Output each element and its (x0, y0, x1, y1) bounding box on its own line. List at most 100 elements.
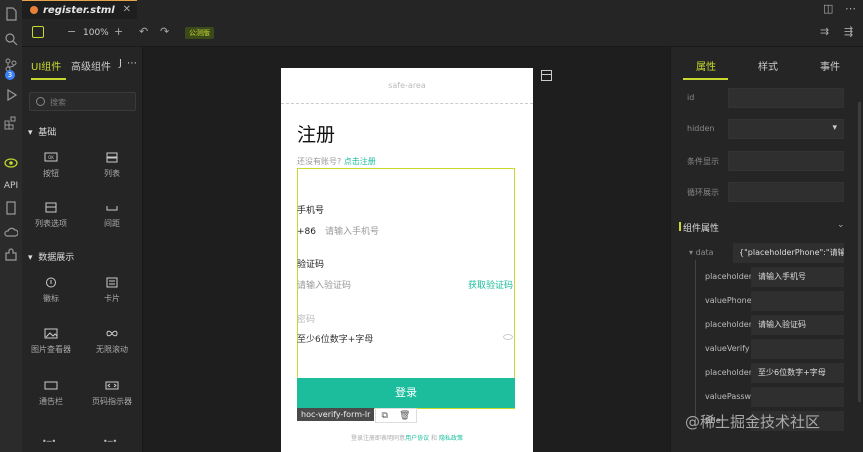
extensions-icon[interactable] (3, 115, 19, 131)
privacy-policy-link[interactable]: 隐私政策 (439, 435, 463, 442)
env-badge[interactable]: 公测版 (185, 27, 214, 39)
tab-attributes[interactable]: 属性 (696, 58, 716, 73)
active-tab-indicator (31, 78, 66, 80)
list-component-icon (106, 152, 118, 163)
close-icon[interactable]: ✕ (123, 4, 131, 15)
data-item-value[interactable]: 请输入验证码 (751, 315, 844, 335)
tab-more-components[interactable]: J (119, 58, 122, 69)
data-item-value[interactable] (751, 339, 844, 359)
component-label: 间距 (104, 219, 120, 228)
component-spacing[interactable]: 间距 (90, 202, 134, 229)
data-item-key: valueVerify (705, 344, 750, 353)
phone-preview: safe-area 注册 还没有账号? 点击注册 手机号 +86 请输入手机号 验… (281, 68, 533, 452)
data-item-value[interactable] (751, 387, 844, 407)
document-icon[interactable] (3, 200, 19, 216)
data-key[interactable]: ▾ data (689, 248, 714, 257)
search-icon[interactable] (3, 31, 19, 47)
data-item-value[interactable]: 请输入手机号 (751, 267, 844, 287)
component-next-icon[interactable]: •─• (42, 437, 56, 446)
component-badge[interactable]: 徽标 (29, 277, 73, 304)
user-agreement-link[interactable]: 用户协议 (405, 435, 429, 442)
tab-styles[interactable]: 样式 (758, 58, 778, 73)
more-icon[interactable]: ⋯ (845, 2, 856, 15)
component-card[interactable]: 卡片 (90, 277, 134, 304)
code-placeholder: 请输入验证码 (297, 281, 352, 291)
more-options-icon[interactable]: ⋯ (127, 58, 137, 69)
component-label: 图片查看器 (31, 345, 71, 354)
component-search-input[interactable]: 搜索 (29, 92, 136, 111)
tab-advanced-components[interactable]: 高级组件 (71, 58, 111, 73)
design-canvas: safe-area 注册 还没有账号? 点击注册 手机号 +86 请输入手机号 验… (143, 47, 670, 452)
get-code-button[interactable]: 获取验证码 (468, 278, 513, 291)
run-debug-icon[interactable] (3, 87, 19, 103)
prop-label-hidden: hidden (687, 124, 715, 133)
register-hint: 还没有账号? 点击注册 (297, 156, 376, 167)
plugin-icon[interactable] (3, 247, 19, 263)
redo-icon[interactable]: ↷ (160, 25, 169, 38)
condition-input[interactable] (728, 151, 844, 171)
panel-scrollbar[interactable] (858, 102, 861, 402)
password-field[interactable]: 至少6位数字+字母 (297, 332, 373, 345)
data-key-label: data (695, 248, 714, 257)
infinite-scroll-component-icon (106, 330, 118, 337)
cloud-icon[interactable] (3, 224, 19, 240)
preview-eye-icon[interactable] (3, 155, 19, 171)
api-label[interactable]: API (1, 181, 21, 191)
hidden-select[interactable] (728, 119, 844, 139)
files-icon[interactable] (3, 6, 19, 22)
properties-panel: 属性 样式 事件 id hidden 条件显示 循环展示 组件属性 ⌄ ▾ da… (670, 47, 863, 452)
tab-ui-components[interactable]: UI组件 (31, 58, 61, 73)
copy-icon[interactable]: ⧉ (382, 411, 388, 421)
component-label: 列表 (104, 169, 120, 178)
tab-events[interactable]: 事件 (820, 58, 840, 73)
phone-field[interactable]: +86 请输入手机号 (297, 224, 379, 237)
eye-icon[interactable] (503, 334, 513, 340)
component-page-indicator[interactable]: 页码指示器 (90, 380, 134, 407)
component-panel: UI组件 高级组件 J ⋯ 搜索 ▾ 基础 OK 按钮 列表 列表选项 间距 ▾ … (22, 47, 143, 452)
panel-toggle-icon[interactable]: ⇶ (844, 25, 853, 38)
undo-icon[interactable]: ↶ (139, 25, 148, 38)
login-button[interactable]: 登录 (297, 378, 515, 408)
register-link[interactable]: 点击注册 (344, 157, 376, 166)
component-next-icon[interactable]: •─• (103, 437, 117, 446)
delete-icon[interactable]: 🗑 (399, 411, 410, 421)
zoom-in-button[interactable]: + (114, 25, 123, 38)
data-value-input[interactable]: {"placeholderPhone":"请输 (733, 243, 844, 263)
data-item-key: placeholderVerify (705, 320, 752, 329)
code-label: 验证码 (297, 260, 325, 270)
page-indicator-component-icon (105, 381, 119, 390)
list-item-component-icon (45, 202, 57, 213)
data-item-value[interactable]: 至少6位数字+字母 (751, 363, 844, 383)
section-basic[interactable]: ▾ 基础 (28, 125, 56, 138)
svg-text:OK: OK (48, 155, 54, 160)
prop-label-id: id (687, 93, 695, 102)
split-editor-icon[interactable]: ◫ (823, 2, 833, 15)
data-item-value[interactable] (751, 291, 844, 311)
tab-register-stml[interactable]: register.stml ✕ (22, 0, 137, 19)
zoom-out-button[interactable]: − (67, 25, 76, 38)
card-component-icon (106, 277, 118, 288)
chevron-down-icon[interactable]: ⌄ (837, 220, 845, 230)
id-input[interactable] (728, 88, 844, 108)
component-label: 卡片 (104, 294, 120, 303)
password-label: 密码 (297, 315, 316, 325)
loop-input[interactable] (728, 182, 844, 202)
country-code[interactable]: +86 (297, 227, 316, 237)
component-list[interactable]: 列表 (90, 152, 134, 179)
active-tab-indicator (683, 78, 728, 80)
code-field[interactable]: 请输入验证码 (297, 278, 351, 291)
component-infinite-scroll[interactable]: 无限滚动 (90, 328, 134, 355)
tree-line (695, 260, 696, 420)
component-button[interactable]: OK 按钮 (29, 152, 73, 179)
section-data-display[interactable]: ▾ 数据展示 (28, 250, 74, 263)
component-image-viewer[interactable]: 图片查看器 (29, 328, 73, 355)
layout-icon[interactable] (541, 70, 552, 81)
prop-label-condition: 条件显示 (687, 157, 719, 166)
phone-placeholder: 请输入手机号 (325, 227, 380, 237)
agreement-and: 和 (431, 435, 438, 442)
component-list-item[interactable]: 列表选项 (29, 202, 73, 229)
component-label: 页码指示器 (92, 397, 132, 406)
component-notice-bar[interactable]: 通告栏 (29, 380, 73, 407)
component-props-title[interactable]: 组件属性 (678, 221, 719, 234)
align-icon[interactable]: ⇉ (820, 25, 829, 38)
